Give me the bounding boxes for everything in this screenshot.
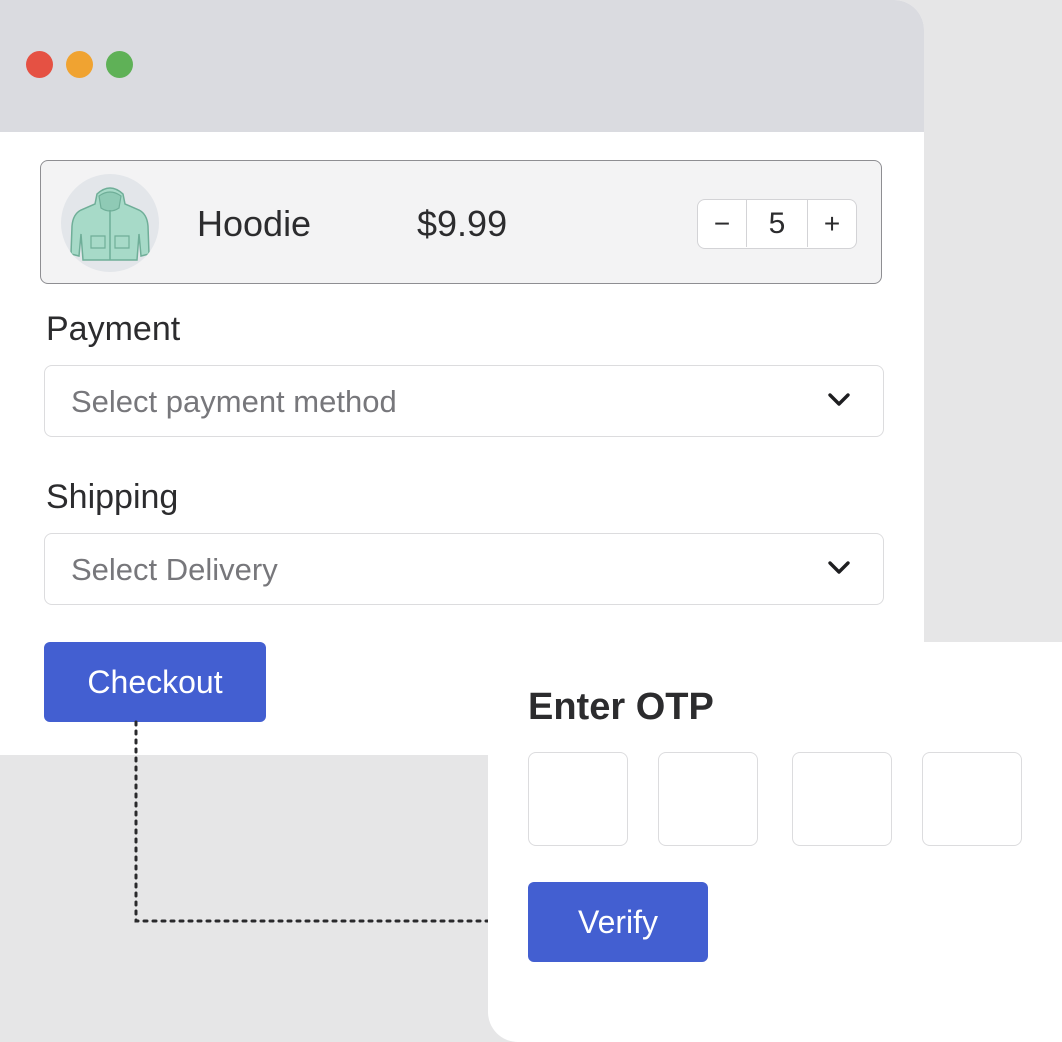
otp-digit-input[interactable] xyxy=(922,752,1022,846)
otp-dialog: Enter OTP Verify xyxy=(488,642,1062,1042)
otp-digit-input[interactable] xyxy=(658,752,758,846)
otp-digit-input[interactable] xyxy=(528,752,628,846)
verify-button[interactable]: Verify xyxy=(528,882,708,962)
otp-digit-input[interactable] xyxy=(792,752,892,846)
otp-title: Enter OTP xyxy=(528,686,714,728)
